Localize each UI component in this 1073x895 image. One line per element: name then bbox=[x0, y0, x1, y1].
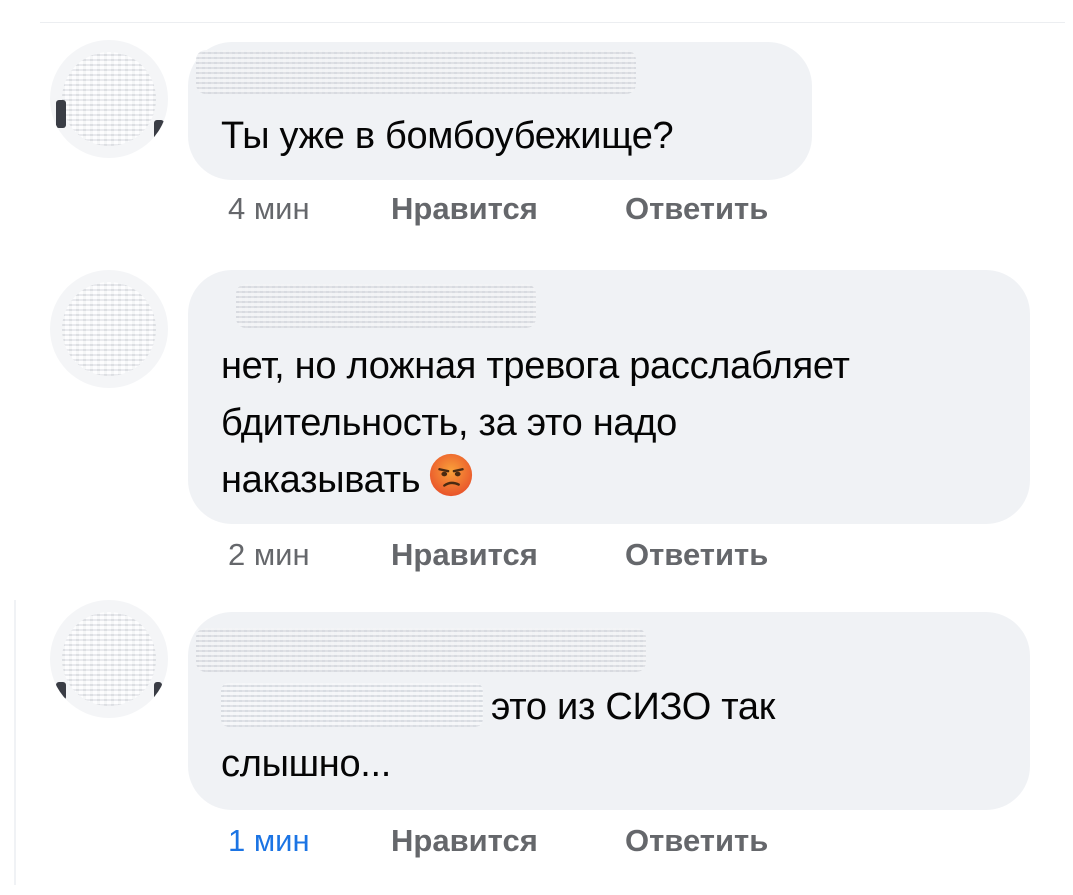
thread-line bbox=[14, 600, 16, 885]
avatar-redaction bbox=[62, 282, 156, 376]
comment-text: нет, но ложная тревога расслабляет бдите… bbox=[221, 338, 850, 509]
comment-actions: 4 мин Нравится Ответить bbox=[228, 191, 768, 227]
avatar[interactable] bbox=[50, 270, 168, 388]
avatar-redaction bbox=[62, 52, 156, 146]
comment-text-line: наказывать bbox=[221, 452, 850, 509]
reply-button[interactable]: Ответить bbox=[625, 823, 768, 859]
comment-text-line: слышно... bbox=[221, 743, 392, 785]
comment-actions: 1 мин Нравится Ответить bbox=[228, 823, 768, 859]
comment-time[interactable]: 2 мин bbox=[228, 537, 391, 573]
avatar-redaction bbox=[62, 612, 156, 706]
like-button[interactable]: Нравится bbox=[391, 191, 625, 227]
avatar-edge-detail bbox=[154, 682, 162, 700]
comment-text-segment: наказывать bbox=[221, 459, 421, 501]
comment-text: Ты уже в бомбоубежище? bbox=[221, 115, 674, 157]
author-name-redacted[interactable] bbox=[236, 284, 536, 328]
author-name-redacted[interactable] bbox=[196, 628, 646, 672]
reply-button[interactable]: Ответить bbox=[625, 191, 768, 227]
top-divider bbox=[40, 22, 1065, 23]
comment-text-line: это из СИЗО так bbox=[221, 679, 775, 736]
comment-bubble: Ты уже в бомбоубежище? bbox=[188, 42, 812, 180]
unamused-face-emoji-icon bbox=[430, 453, 473, 497]
comment-text: это из СИЗО так слышно... bbox=[221, 679, 775, 793]
like-button[interactable]: Нравится bbox=[391, 823, 625, 859]
comment-actions: 2 мин Нравится Ответить bbox=[228, 537, 768, 573]
avatar[interactable] bbox=[50, 40, 168, 158]
comment-time[interactable]: 1 мин bbox=[228, 823, 391, 859]
mention-redacted[interactable] bbox=[221, 683, 483, 727]
like-button[interactable]: Нравится bbox=[391, 537, 625, 573]
reply-button[interactable]: Ответить bbox=[625, 537, 768, 573]
avatar-edge-detail bbox=[56, 682, 66, 700]
comment-text-line: бдительность, за это надо bbox=[221, 402, 677, 444]
author-name-redacted[interactable] bbox=[196, 50, 636, 94]
comment-bubble: нет, но ложная тревога расслабляет бдите… bbox=[188, 270, 1030, 524]
comment-bubble: это из СИЗО так слышно... bbox=[188, 612, 1030, 810]
comment-text-segment: это из СИЗО так bbox=[491, 686, 776, 728]
avatar-edge-detail bbox=[56, 100, 66, 128]
avatar[interactable] bbox=[50, 600, 168, 718]
avatar-edge-detail bbox=[154, 120, 164, 142]
comment-text-line: нет, но ложная тревога расслабляет bbox=[221, 345, 850, 387]
comment-time[interactable]: 4 мин bbox=[228, 191, 391, 227]
